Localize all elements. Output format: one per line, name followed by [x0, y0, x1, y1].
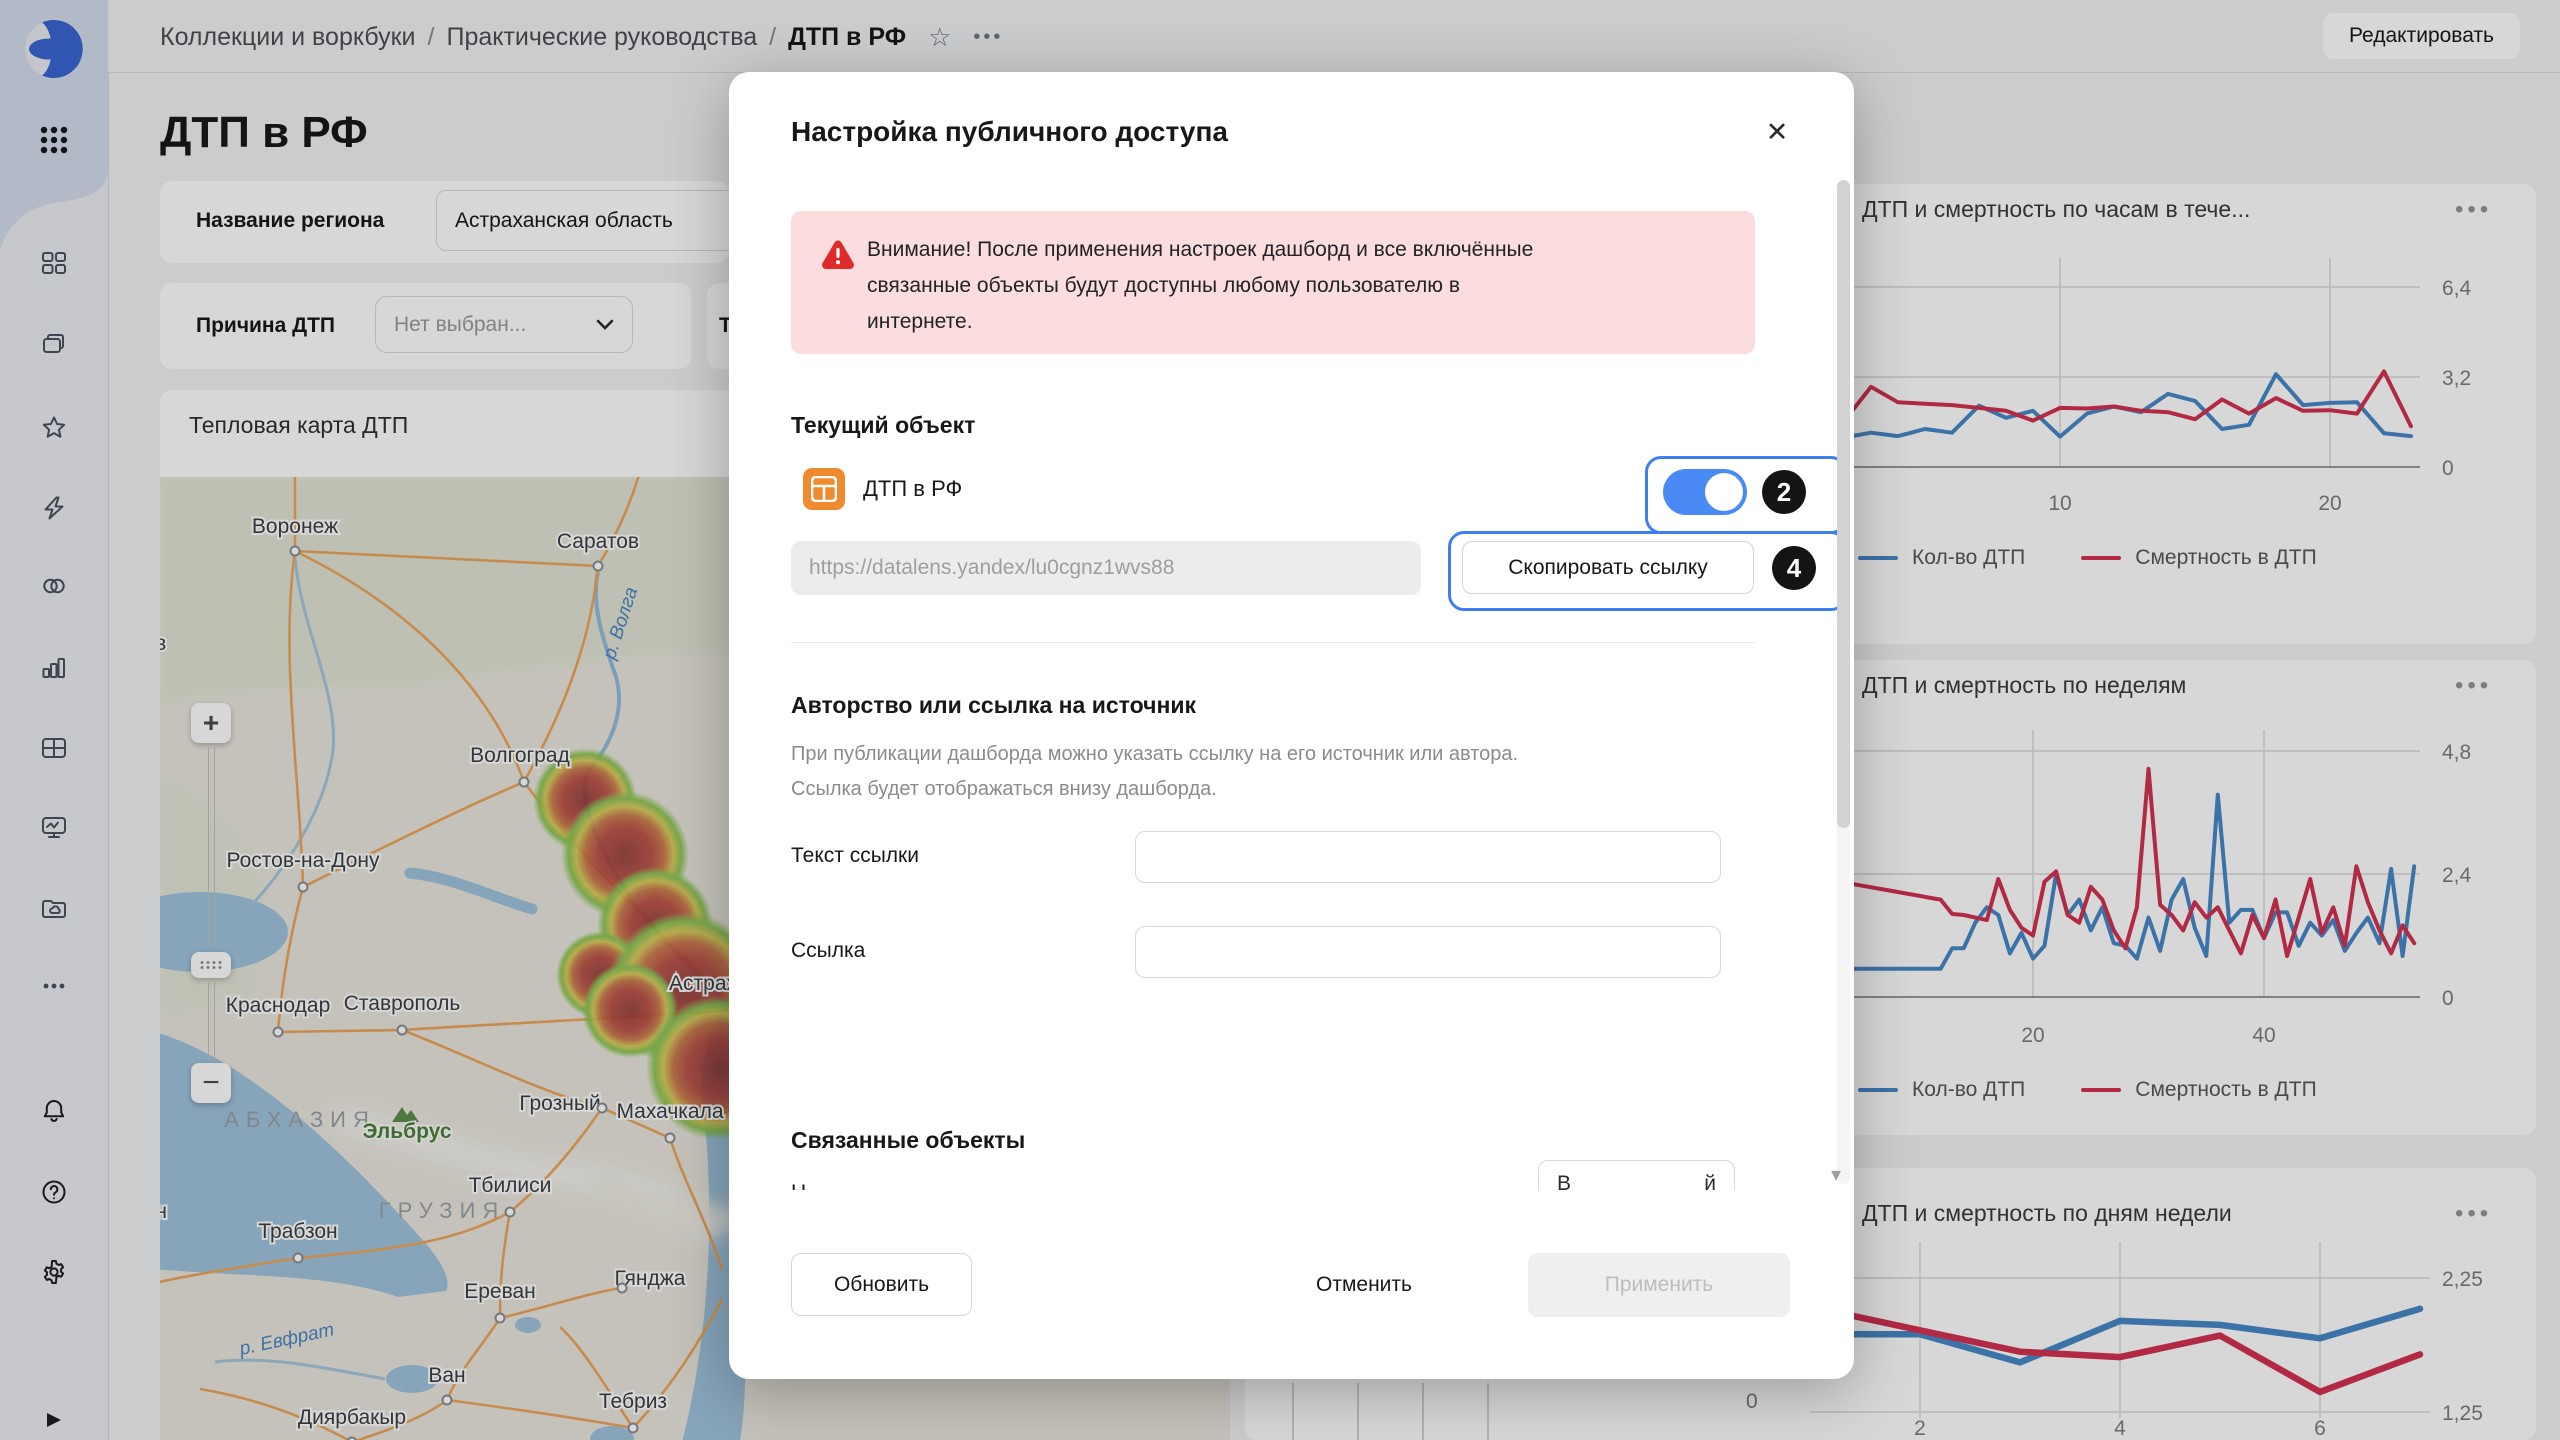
modal-title: Настройка публичного доступа [791, 116, 1228, 148]
link-text-label: Текст ссылки [791, 844, 919, 868]
object-name: ДТП в РФ [863, 476, 962, 502]
related-row-fragment: Н [791, 1181, 806, 1190]
divider [791, 642, 1755, 643]
warning-banner: Внимание! После применения настроек дашб… [791, 211, 1755, 354]
apply-button: Применить [1528, 1253, 1790, 1317]
scroll-down-icon[interactable]: ▾ [1831, 1162, 1841, 1187]
authorship-description: При публикации дашборда можно указать сс… [791, 737, 1518, 807]
warning-icon [821, 239, 855, 271]
related-objects-clipped-row: Н В й [729, 1157, 1837, 1190]
related-select[interactable]: В й [1538, 1160, 1735, 1190]
dashboard-object-icon [803, 468, 845, 510]
link-label: Ссылка [791, 939, 865, 963]
related-select-fragment-start: В [1557, 1172, 1571, 1190]
toggle-knob [1705, 473, 1743, 511]
link-input[interactable] [1135, 926, 1721, 978]
close-icon[interactable]: ✕ [1755, 110, 1799, 154]
section-authorship: Авторство или ссылка на источник [791, 692, 1196, 719]
copy-link-button[interactable]: Скопировать ссылку [1462, 541, 1754, 594]
app-root: Коллекции и воркбуки/Практические руково… [0, 0, 2560, 1440]
cancel-button[interactable]: Отменить [1274, 1253, 1454, 1316]
link-text-input[interactable] [1135, 831, 1721, 883]
section-current-object: Текущий объект [791, 412, 975, 439]
public-access-modal: Настройка публичного доступа ✕ Внимание!… [729, 72, 1854, 1379]
warning-text: Внимание! После применения настроек дашб… [867, 232, 1533, 340]
public-url-input[interactable] [791, 541, 1421, 595]
hint-badge-4: 4 [1772, 546, 1816, 590]
modal-scrollbar-thumb[interactable] [1837, 180, 1850, 828]
section-related-objects: Связанные объекты [791, 1127, 1025, 1154]
hint-badge-2: 2 [1762, 470, 1806, 514]
public-access-toggle[interactable] [1663, 469, 1747, 515]
related-select-fragment-end: й [1704, 1172, 1716, 1190]
update-button[interactable]: Обновить [791, 1253, 972, 1316]
